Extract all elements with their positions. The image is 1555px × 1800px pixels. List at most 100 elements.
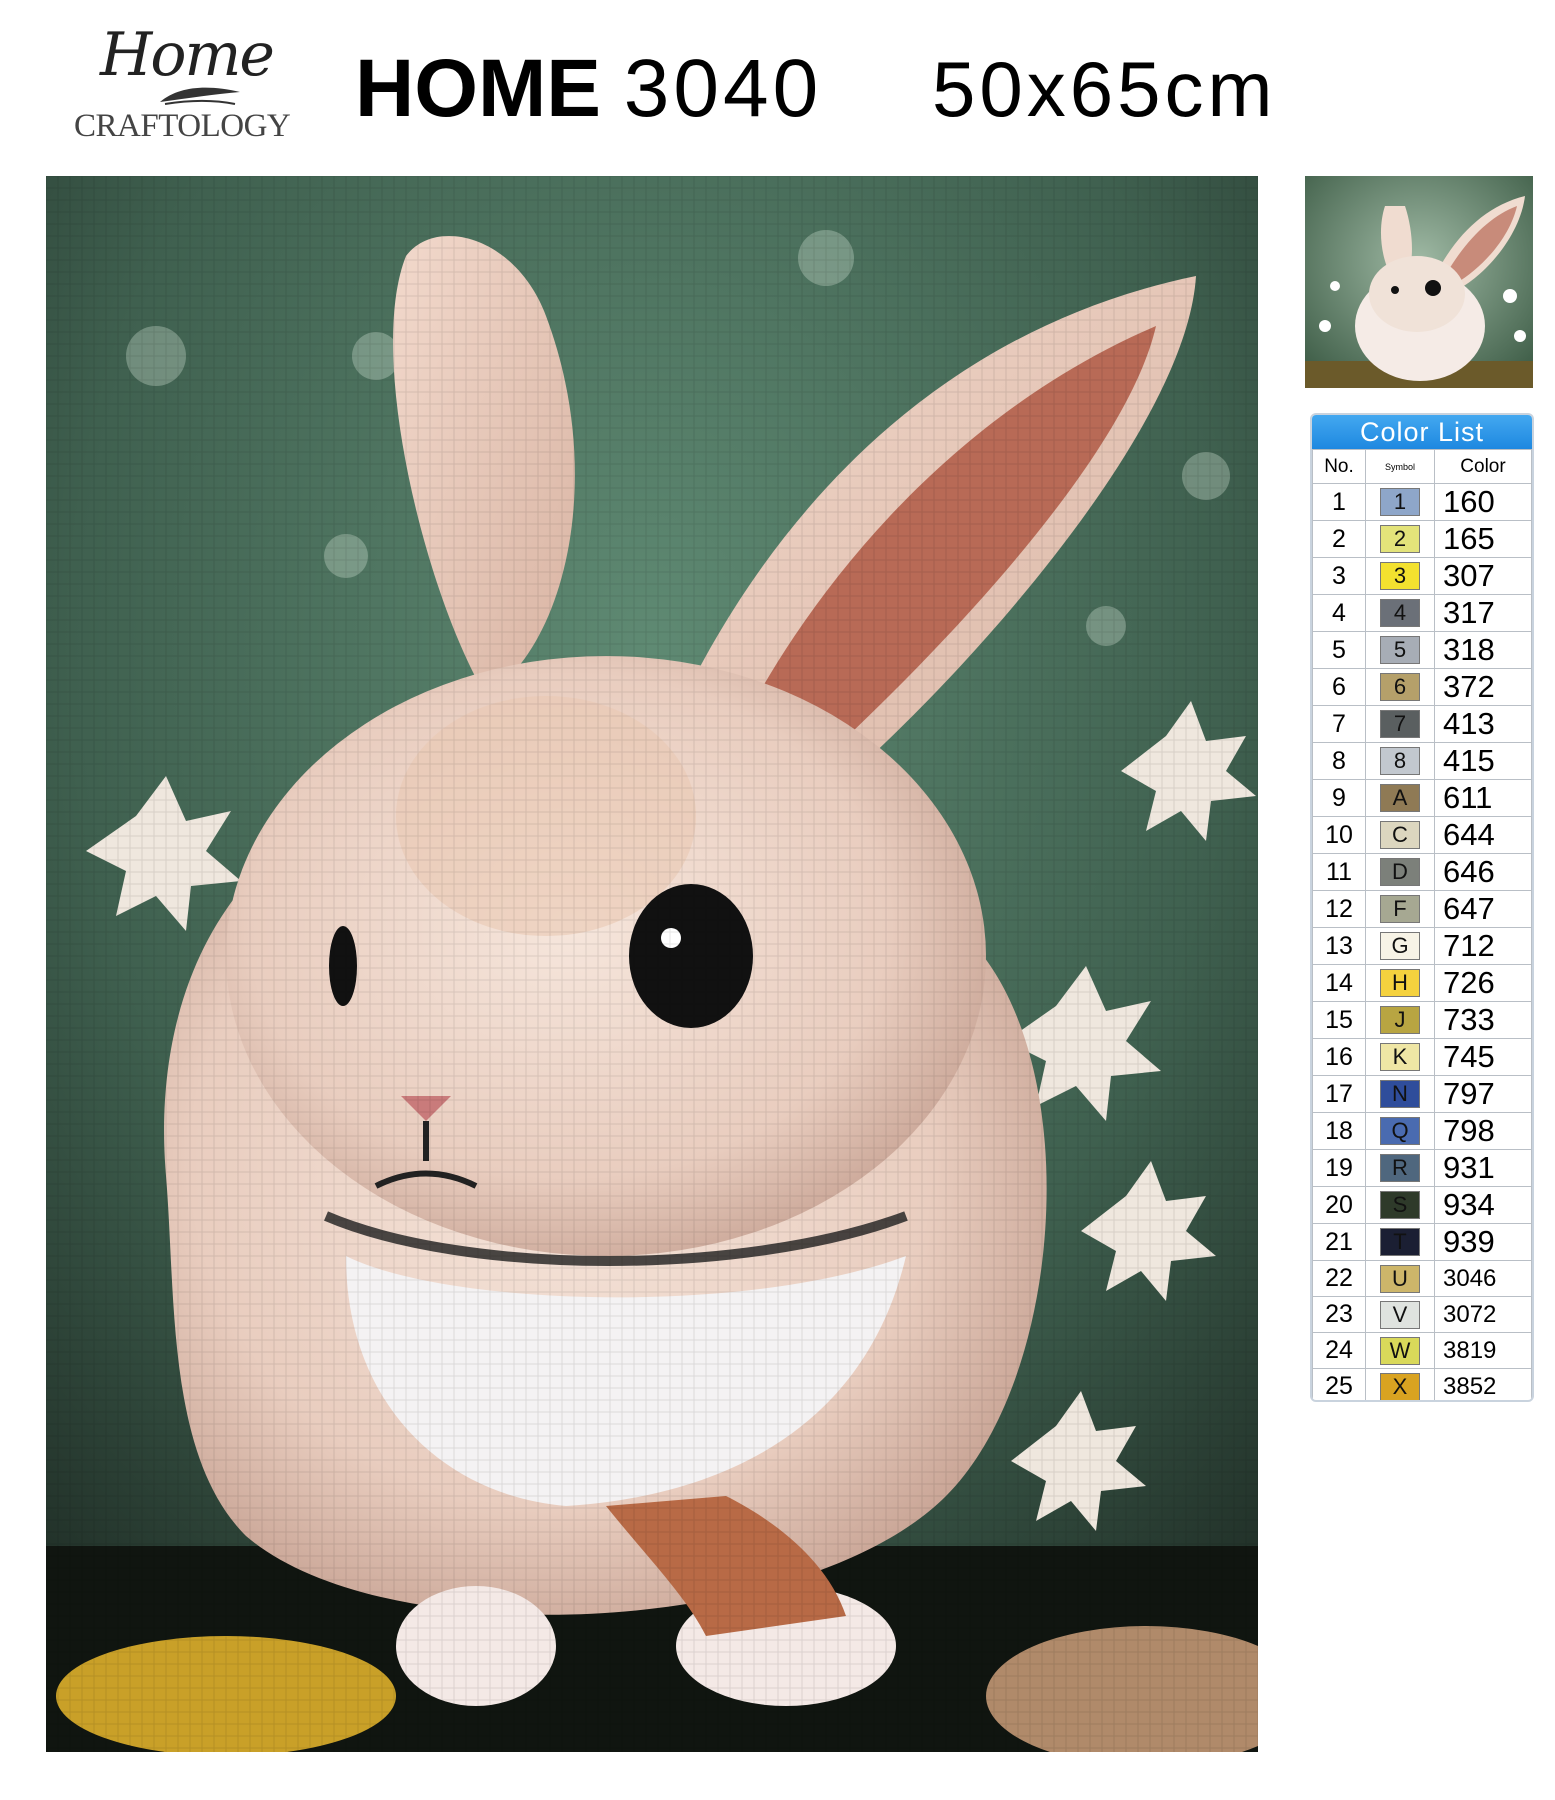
column-no: No. (1312, 449, 1366, 484)
color-swatch: 1 (1380, 488, 1420, 516)
row-symbol-cell: 3 (1365, 557, 1435, 595)
color-list-row: 14 H 726 (1312, 964, 1532, 1002)
row-color-code: 317 (1434, 594, 1532, 632)
row-color-code: 413 (1434, 705, 1532, 743)
row-number: 7 (1312, 705, 1366, 743)
row-number: 5 (1312, 631, 1366, 669)
color-swatch: F (1380, 895, 1420, 923)
row-color-code: 646 (1434, 853, 1532, 891)
row-symbol-cell: G (1365, 927, 1435, 965)
color-swatch: N (1380, 1080, 1420, 1108)
color-swatch: 6 (1380, 673, 1420, 701)
row-number: 16 (1312, 1038, 1366, 1076)
row-symbol-cell: 1 (1365, 483, 1435, 521)
color-swatch: Q (1380, 1117, 1420, 1145)
canvas-size: 50x65cm (932, 45, 1277, 133)
color-list-row: 17 N 797 (1312, 1075, 1532, 1113)
row-number: 18 (1312, 1112, 1366, 1150)
color-list-row: 16 K 745 (1312, 1038, 1532, 1076)
row-color-code: 647 (1434, 890, 1532, 928)
color-swatch: 5 (1380, 636, 1420, 664)
row-number: 8 (1312, 742, 1366, 780)
column-color: Color (1434, 449, 1532, 484)
color-list-row: 4 4 317 (1312, 594, 1532, 632)
row-color-code: 160 (1434, 483, 1532, 521)
row-number: 24 (1312, 1332, 1366, 1369)
row-symbol-cell: W (1365, 1332, 1435, 1369)
row-color-code: 644 (1434, 816, 1532, 854)
color-list-row: 12 F 647 (1312, 890, 1532, 928)
row-color-code: 745 (1434, 1038, 1532, 1076)
row-number: 14 (1312, 964, 1366, 1002)
row-color-code: 931 (1434, 1149, 1532, 1187)
row-number: 1 (1312, 483, 1366, 521)
color-list-header: No. Symbol Color (1312, 449, 1532, 484)
color-swatch: A (1380, 784, 1420, 812)
color-list-row: 13 G 712 (1312, 927, 1532, 965)
row-number: 13 (1312, 927, 1366, 965)
row-color-code: 3819 (1434, 1332, 1532, 1369)
row-symbol-cell: 6 (1365, 668, 1435, 706)
product-title: HOME 3040 (355, 48, 822, 130)
color-list-title: Color List (1312, 415, 1532, 449)
row-symbol-cell: T (1365, 1223, 1435, 1261)
reference-thumbnail (1305, 176, 1533, 388)
row-number: 4 (1312, 594, 1366, 632)
row-symbol-cell: 8 (1365, 742, 1435, 780)
color-swatch: H (1380, 969, 1420, 997)
color-swatch: 2 (1380, 525, 1420, 553)
diamond-painting-preview (46, 176, 1258, 1752)
color-swatch: 4 (1380, 599, 1420, 627)
color-swatch: R (1380, 1154, 1420, 1182)
row-number: 9 (1312, 779, 1366, 817)
column-symbol: Symbol (1365, 449, 1435, 484)
row-color-code: 3046 (1434, 1260, 1532, 1297)
row-number: 11 (1312, 853, 1366, 891)
row-color-code: 165 (1434, 520, 1532, 558)
row-symbol-cell: S (1365, 1186, 1435, 1224)
color-swatch: S (1380, 1191, 1420, 1219)
brand-logo: Home CRAFTOLOGY (60, 20, 300, 150)
row-number: 10 (1312, 816, 1366, 854)
color-swatch: D (1380, 858, 1420, 886)
row-color-code: 307 (1434, 557, 1532, 595)
row-symbol-cell: 4 (1365, 594, 1435, 632)
row-color-code: 797 (1434, 1075, 1532, 1113)
color-swatch: K (1380, 1043, 1420, 1071)
row-color-code: 415 (1434, 742, 1532, 780)
row-color-code: 372 (1434, 668, 1532, 706)
row-color-code: 939 (1434, 1223, 1532, 1261)
row-color-code: 3852 (1434, 1368, 1532, 1400)
row-number: 19 (1312, 1149, 1366, 1187)
row-color-code: 712 (1434, 927, 1532, 965)
color-list-row: 19 R 931 (1312, 1149, 1532, 1187)
row-color-code: 798 (1434, 1112, 1532, 1150)
row-symbol-cell: C (1365, 816, 1435, 854)
color-list-row: 25 X 3852 (1312, 1368, 1532, 1400)
row-symbol-cell: F (1365, 890, 1435, 928)
row-symbol-cell: 2 (1365, 520, 1435, 558)
color-list-row: 21 T 939 (1312, 1223, 1532, 1261)
color-list-row: 2 2 165 (1312, 520, 1532, 558)
row-number: 6 (1312, 668, 1366, 706)
product-code: 3040 (623, 43, 823, 134)
row-symbol-cell: D (1365, 853, 1435, 891)
row-symbol-cell: Q (1365, 1112, 1435, 1150)
row-symbol-cell: U (1365, 1260, 1435, 1297)
color-list-row: 6 6 372 (1312, 668, 1532, 706)
row-symbol-cell: R (1365, 1149, 1435, 1187)
color-list-row: 8 8 415 (1312, 742, 1532, 780)
color-swatch: 7 (1380, 710, 1420, 738)
color-list-row: 15 J 733 (1312, 1001, 1532, 1039)
color-swatch: V (1380, 1300, 1420, 1329)
color-list-row: 1 1 160 (1312, 483, 1532, 521)
row-number: 23 (1312, 1296, 1366, 1333)
product-prefix: HOME (355, 43, 601, 134)
brand-name: CRAFTOLOGY (74, 108, 291, 144)
row-color-code: 934 (1434, 1186, 1532, 1224)
color-swatch: W (1380, 1336, 1420, 1365)
row-symbol-cell: N (1365, 1075, 1435, 1113)
color-swatch: U (1380, 1264, 1420, 1293)
row-color-code: 318 (1434, 631, 1532, 669)
color-list-row: 18 Q 798 (1312, 1112, 1532, 1150)
